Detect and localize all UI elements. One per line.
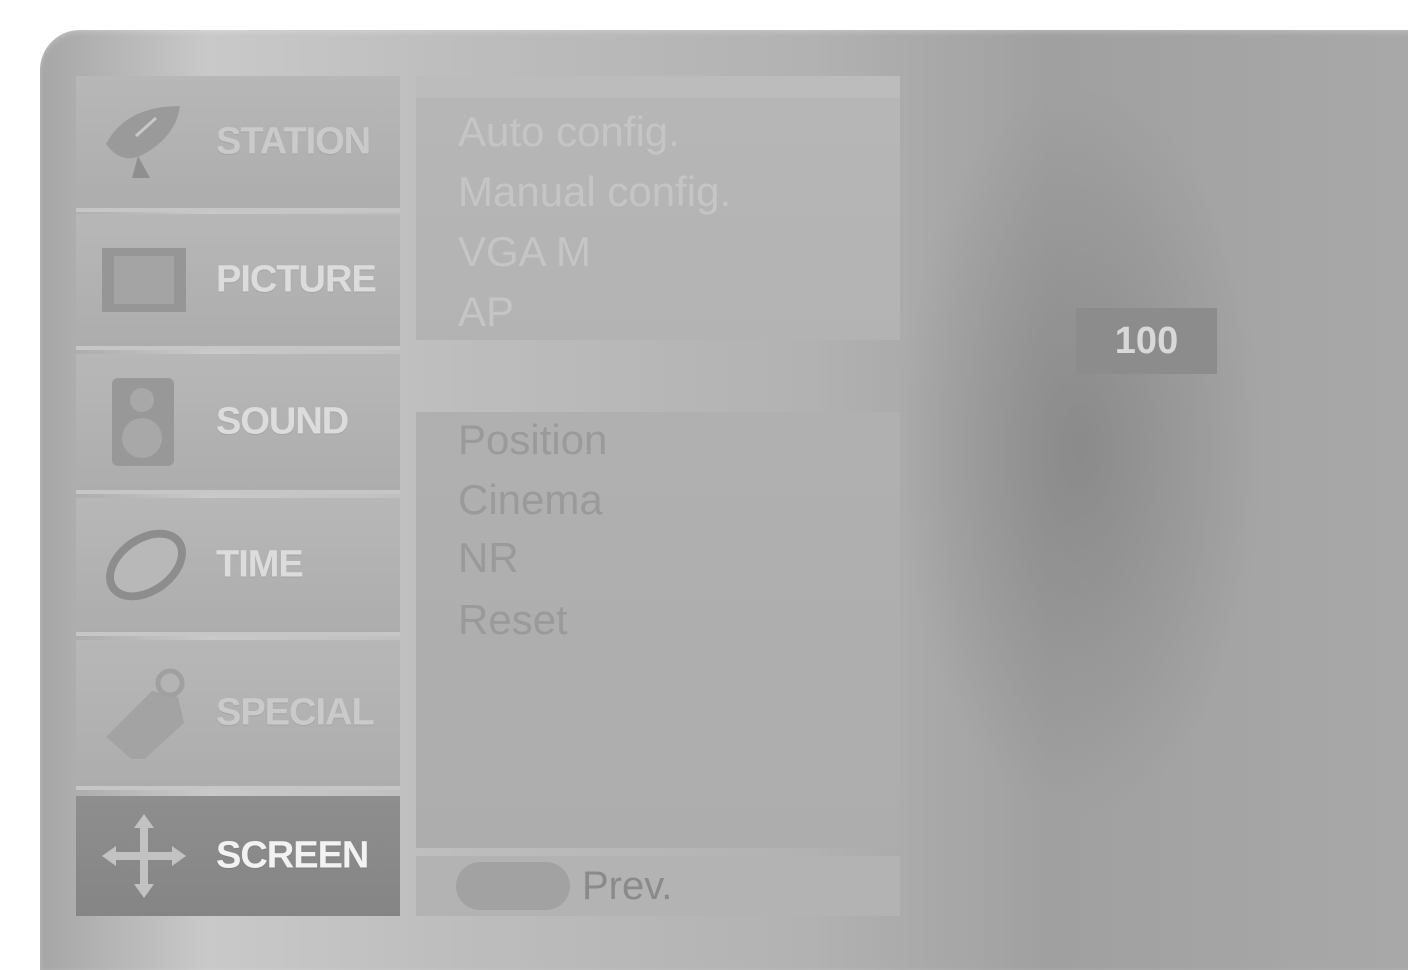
submenu-item-vga-mode[interactable]: VGA M [458,228,591,276]
menu-item-label: PICTURE [216,258,377,301]
menu-item-special[interactable]: SPECIAL [76,640,400,790]
submenu-item-reset[interactable]: Reset [458,596,568,644]
value-display: 100 [1076,308,1217,374]
footer-bar: Prev. [416,856,900,916]
menu-item-sound[interactable]: SOUND [76,354,400,494]
submenu-item-position[interactable]: Position [458,416,607,464]
menu-item-screen[interactable]: SCREEN [76,796,400,916]
submenu-item-auto-config[interactable]: Auto config. [458,108,680,156]
menu-item-label: SCREEN [216,834,369,877]
menu-item-label: SOUND [216,400,349,443]
film-frame-icon [102,248,186,312]
menu-item-label: TIME [216,543,304,586]
submenu-panel-bottom: Position Cinema NR Reset [416,412,900,848]
clock-icon [106,529,186,601]
menu-item-picture[interactable]: PICTURE [76,214,400,350]
submenu-item-manual-config[interactable]: Manual config. [458,168,731,216]
submenu-panel-top: Auto config. Manual config. VGA M AP [416,76,900,340]
menu-item-time[interactable]: TIME [76,498,400,636]
submenu-item-nr[interactable]: NR [458,534,519,582]
prev-button[interactable] [456,862,570,910]
menu-item-label: STATION [216,120,371,163]
menu-item-label: SPECIAL [216,691,375,734]
tag-icon [106,668,185,759]
prev-label: Prev. [582,864,673,908]
speaker-icon [112,378,174,466]
move-arrows-icon [102,814,186,898]
satellite-dish-icon [106,106,180,178]
menu-item-station[interactable]: STATION [76,76,400,212]
submenu-item-cinema[interactable]: Cinema [458,476,603,524]
submenu-item-ap[interactable]: AP [458,288,514,336]
